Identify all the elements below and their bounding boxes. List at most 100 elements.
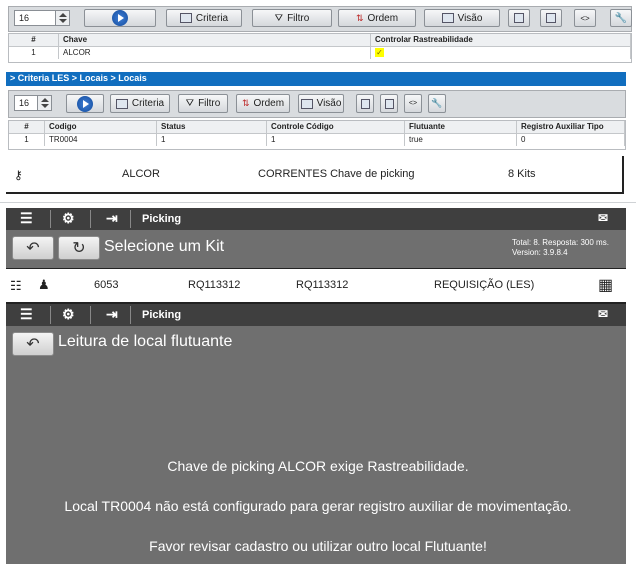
criteria-icon xyxy=(179,13,192,23)
spinner-arrows-icon[interactable] xyxy=(37,96,51,110)
table-header: # Codigo Status Controle Código Flutuant… xyxy=(9,121,625,134)
top-bar: ☰ ⚙ ⇥ Picking ✉ xyxy=(6,208,626,230)
view-icon xyxy=(300,98,313,109)
kit-requisition: RQ113312 xyxy=(188,279,241,291)
table-header: # Chave Controlar Rastreabilidade xyxy=(9,34,631,47)
tools-button-2[interactable]: 🔧 xyxy=(428,94,446,113)
funnel-icon: ⛛ xyxy=(185,98,195,109)
export-icon xyxy=(514,13,524,23)
export-button[interactable] xyxy=(508,9,530,27)
screen-subtitle: Leitura de local flutuante xyxy=(58,333,233,350)
chave-list-row[interactable]: ⚷ ALCOR CORRENTES Chave de picking 8 Kit… xyxy=(6,156,624,194)
visao-button-2[interactable]: Visão xyxy=(298,94,344,113)
ordem-button-2[interactable]: ⇅ Ordem xyxy=(236,94,290,113)
cell-num: 1 xyxy=(9,134,45,146)
screen-title: Picking xyxy=(142,213,182,225)
filtro-button[interactable]: ⛛ Filtro xyxy=(252,9,332,27)
chave-description: CORRENTES Chave de picking xyxy=(258,168,415,180)
kit-list-row[interactable]: ☷ ♟ 6053 RQ113312 RQ113312 REQUISIÇÃO (L… xyxy=(6,268,626,304)
export-button-2[interactable] xyxy=(356,94,374,113)
cell-chave: ALCOR xyxy=(59,47,371,59)
floppy-icon xyxy=(546,13,556,23)
code-button-2[interactable]: <> xyxy=(404,94,422,113)
kit-reference: RQ113312 xyxy=(296,279,349,291)
user-icon: ♟ xyxy=(38,277,50,292)
criteria-button[interactable]: Criteria xyxy=(166,9,242,27)
spinner-arrows-icon[interactable] xyxy=(55,11,69,25)
view-icon xyxy=(441,13,454,23)
save-button-2[interactable] xyxy=(380,94,398,113)
refresh-icon: ↻ xyxy=(72,240,86,257)
cell-flutuante: true xyxy=(405,134,517,146)
floppy-icon xyxy=(384,98,394,109)
filtro-label: Filtro xyxy=(287,12,310,24)
version-info: Version: 3.9.8.4 xyxy=(512,248,568,257)
ordem-label: Ordem xyxy=(367,12,399,24)
message-line-2: Local TR0004 não está configurado para g… xyxy=(64,498,572,514)
checkbox-checked-icon: ✓ xyxy=(375,48,384,57)
criteria-label: Criteria xyxy=(195,12,229,24)
col-status: Status xyxy=(157,121,267,133)
col-controle-codigo: Controle Código xyxy=(267,121,405,133)
code-button[interactable]: <> xyxy=(574,9,596,27)
message-line-3: Favor revisar cadastro ou utilizar outro… xyxy=(149,538,487,554)
divider xyxy=(0,202,636,203)
response-info: Total: 8. Resposta: 300 ms. xyxy=(512,238,609,247)
back-button[interactable]: ↶ xyxy=(12,332,54,356)
page-size-value-2: 16 xyxy=(19,98,30,108)
back-button[interactable]: ↶ xyxy=(12,236,54,260)
logout-icon[interactable]: ⇥ xyxy=(106,306,118,323)
wrench-icon: 🔧 xyxy=(431,98,443,108)
visao-button[interactable]: Visão xyxy=(424,9,500,27)
run-button-2[interactable] xyxy=(66,94,104,113)
chave-name: ALCOR xyxy=(122,168,160,180)
criteria-label-2: Criteria xyxy=(131,98,165,109)
col-chave: Chave xyxy=(59,34,371,46)
visao-label: Visão xyxy=(457,12,483,24)
col-registro-auxiliar: Registro Auxiliar Tipo xyxy=(517,121,625,133)
tools-button[interactable]: 🔧 xyxy=(610,9,632,27)
gear-icon[interactable]: ⚙ xyxy=(62,306,75,323)
menu-icon[interactable]: ☰ xyxy=(20,210,33,227)
table-row[interactable]: 1 ALCOR ✓ xyxy=(9,47,631,59)
cell-registro-auxiliar: 0 xyxy=(517,134,625,146)
col-codigo: Codigo xyxy=(45,121,157,133)
cell-codigo: TR0004 xyxy=(45,134,157,146)
list-icon: ☷ xyxy=(10,278,22,293)
page-size-value: 16 xyxy=(19,13,30,23)
mail-icon[interactable]: ✉ xyxy=(598,307,608,321)
gear-icon[interactable]: ⚙ xyxy=(62,210,75,227)
back-arrow-icon: ↶ xyxy=(26,336,40,353)
key-icon: ⚷ xyxy=(14,168,23,182)
page-size-spinner[interactable]: 16 xyxy=(14,10,70,26)
mail-icon[interactable]: ✉ xyxy=(598,211,608,225)
col-num: # xyxy=(9,34,59,46)
ordem-button[interactable]: ⇅ Ordem xyxy=(338,9,416,27)
save-button[interactable] xyxy=(540,9,562,27)
play-icon xyxy=(77,95,93,112)
breadcrumb[interactable]: > Criteria LES > Locais > Locais xyxy=(6,72,626,86)
wrench-icon: 🔧 xyxy=(614,12,628,24)
col-num: # xyxy=(9,121,45,133)
logout-icon[interactable]: ⇥ xyxy=(106,210,118,227)
cell-num: 1 xyxy=(9,47,59,59)
kit-id: 6053 xyxy=(94,279,119,291)
boxes-icon: ▦ xyxy=(598,277,614,294)
refresh-button[interactable]: ↻ xyxy=(58,236,100,260)
screen-title: Picking xyxy=(142,309,182,321)
code-icon: <> xyxy=(580,13,590,23)
col-flutuante: Flutuante xyxy=(405,121,517,133)
page-size-spinner-2[interactable]: 16 xyxy=(14,95,52,111)
run-button[interactable] xyxy=(84,9,156,27)
ordem-label-2: Ordem xyxy=(253,98,285,109)
sort-icon: ⇅ xyxy=(355,12,364,23)
criteria-button-2[interactable]: Criteria xyxy=(110,94,170,113)
top-bar: ☰ ⚙ ⇥ Picking ✉ xyxy=(6,304,626,326)
code-icon: <> xyxy=(408,100,418,107)
filtro-button-2[interactable]: ⛛ Filtro xyxy=(178,94,228,113)
menu-icon[interactable]: ☰ xyxy=(20,306,33,323)
filtro-label-2: Filtro xyxy=(198,98,221,109)
kit-type: REQUISIÇÃO (LES) xyxy=(434,279,535,291)
table-row[interactable]: 1 TR0004 1 1 true 0 xyxy=(9,134,625,146)
kit-count: 8 Kits xyxy=(508,168,536,180)
